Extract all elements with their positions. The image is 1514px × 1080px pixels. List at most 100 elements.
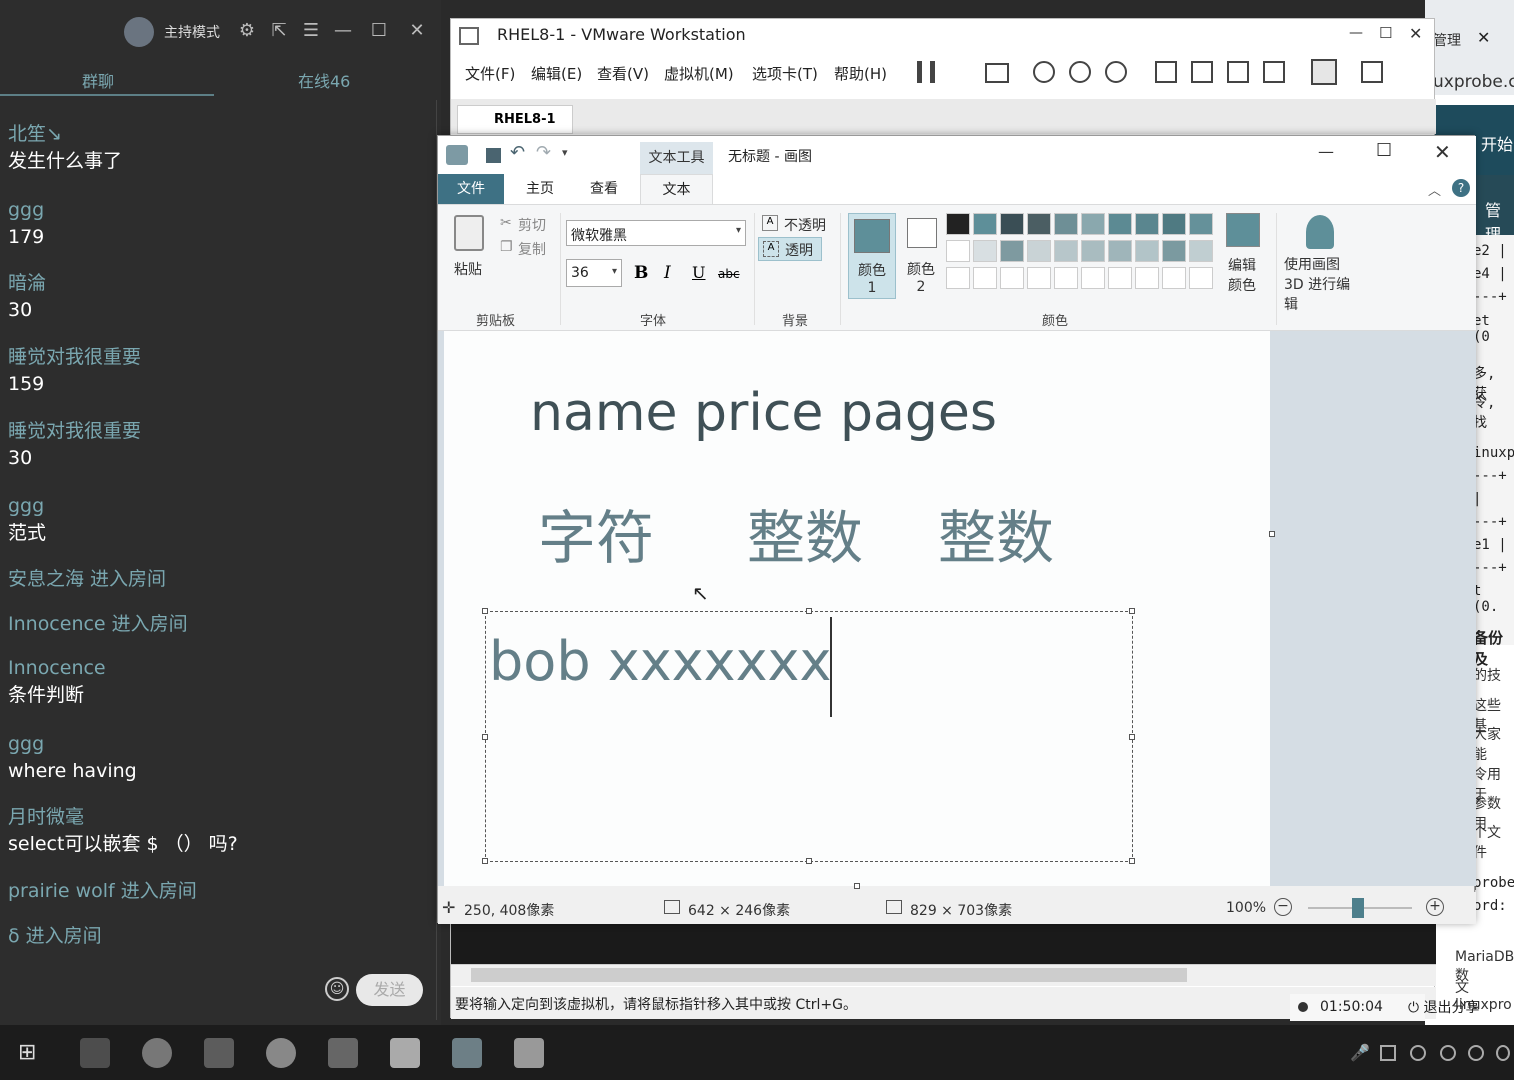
menu-vm[interactable]: 虚拟机(M) — [664, 63, 734, 84]
close-icon[interactable]: ✕ — [406, 20, 428, 42]
palette-swatch[interactable] — [946, 267, 970, 289]
snapshot-icon[interactable] — [1033, 61, 1055, 83]
palette-swatch[interactable] — [946, 240, 970, 262]
minimize-icon[interactable]: — — [1318, 142, 1334, 161]
chrome-icon[interactable] — [142, 1038, 172, 1068]
menu-file[interactable]: 文件(F) — [465, 63, 515, 84]
help-icon[interactable]: ? — [1452, 179, 1470, 197]
palette-swatch[interactable] — [973, 267, 997, 289]
canvas-resize-handle[interactable] — [854, 883, 860, 889]
send-button[interactable]: 发送 — [356, 974, 423, 1006]
vm-tab[interactable]: RHEL8-1 — [457, 105, 573, 134]
font-family-select[interactable]: 微软雅黑 ▾ — [566, 220, 746, 246]
canvas-resize-handle[interactable] — [1269, 531, 1275, 537]
minimize-icon[interactable]: — — [332, 20, 354, 42]
palette-swatch[interactable] — [1162, 267, 1186, 289]
maximize-icon[interactable]: ☐ — [1379, 24, 1392, 42]
scroll-thumb[interactable] — [471, 968, 1187, 982]
redo-icon[interactable]: ↷ — [536, 142, 551, 163]
revert-snapshot-icon[interactable] — [1069, 61, 1091, 83]
tray-icon[interactable] — [1380, 1045, 1396, 1061]
stretch-icon[interactable] — [1361, 61, 1383, 83]
resize-handle[interactable] — [806, 858, 812, 864]
resize-handle[interactable] — [1129, 734, 1135, 740]
underline-button[interactable]: U — [692, 263, 705, 282]
edit-colors-icon[interactable] — [1226, 213, 1260, 247]
close-icon[interactable]: ✕ — [1434, 140, 1451, 164]
palette-swatch[interactable] — [1081, 240, 1105, 262]
app-icon[interactable] — [266, 1038, 296, 1068]
tray-icon[interactable] — [1440, 1045, 1456, 1061]
palette-swatch[interactable] — [1027, 240, 1051, 262]
palette-swatch[interactable] — [1000, 213, 1024, 235]
opaque-option[interactable]: 不透明 — [784, 215, 826, 235]
palette-swatch[interactable] — [1108, 240, 1132, 262]
tab-text[interactable]: 文本 — [640, 174, 713, 204]
cut-icon[interactable]: ✂ — [500, 215, 512, 231]
palette-swatch[interactable] — [1162, 240, 1186, 262]
resize-handle[interactable] — [1129, 608, 1135, 614]
palette-swatch[interactable] — [1000, 267, 1024, 289]
palette-swatch[interactable] — [1054, 267, 1078, 289]
tray-icon[interactable] — [1468, 1045, 1484, 1061]
palette-swatch[interactable] — [1135, 240, 1159, 262]
color2-button[interactable]: 颜色 2 — [902, 213, 948, 299]
paste-button[interactable]: 粘贴 — [454, 259, 482, 279]
menu-help[interactable]: 帮助(H) — [834, 63, 887, 84]
palette-swatch[interactable] — [946, 213, 970, 235]
unity-icon[interactable] — [1263, 61, 1285, 83]
cut-button[interactable]: 剪切 — [518, 215, 546, 235]
canvas[interactable]: name price pages 字符 整数 整数 bob xxxxxxx ↖ — [444, 331, 1270, 886]
tab-home[interactable]: 主页 — [512, 174, 568, 204]
file-explorer-icon[interactable] — [80, 1038, 110, 1068]
settings-icon[interactable]: ⚙ — [236, 20, 258, 42]
quick-access-dropdown-icon[interactable]: ▾ — [562, 146, 568, 159]
popout-icon[interactable]: ⇱ — [268, 20, 290, 42]
palette-swatch[interactable] — [1135, 267, 1159, 289]
thumbnail-icon[interactable] — [1191, 61, 1213, 83]
fullscreen-icon[interactable] — [1227, 61, 1249, 83]
font-size-select[interactable]: 36 ▾ — [566, 259, 622, 287]
resize-handle[interactable] — [482, 734, 488, 740]
palette-swatch[interactable] — [1054, 213, 1078, 235]
collapse-ribbon-icon[interactable]: ︿ — [1428, 180, 1441, 199]
zoom-in-icon[interactable]: + — [1426, 898, 1444, 916]
palette-swatch[interactable] — [1189, 213, 1213, 235]
close-tab-icon[interactable]: ✕ — [1477, 28, 1490, 47]
paste-icon[interactable] — [454, 215, 484, 251]
menu-edit[interactable]: 编辑(E) — [531, 63, 582, 84]
start-icon[interactable]: ⊞ — [18, 1040, 36, 1065]
palette-swatch[interactable] — [1081, 213, 1105, 235]
console-icon[interactable] — [1311, 59, 1337, 85]
vm-console-area[interactable] — [451, 922, 1436, 966]
tab-view[interactable]: 查看 — [576, 174, 632, 204]
palette-swatch[interactable] — [1000, 240, 1024, 262]
text-box-content[interactable]: bob xxxxxxx — [489, 630, 831, 693]
save-icon[interactable] — [486, 148, 501, 163]
tray-icon[interactable] — [1410, 1045, 1426, 1061]
edit-colors-button[interactable]: 编辑颜色 — [1228, 255, 1258, 295]
library-icon[interactable] — [1155, 61, 1177, 83]
palette-swatch[interactable] — [1135, 213, 1159, 235]
tab-file[interactable]: 文件 — [438, 174, 504, 204]
palette-swatch[interactable] — [973, 213, 997, 235]
maximize-icon[interactable]: ☐ — [1376, 140, 1392, 161]
paint3d-icon[interactable] — [1306, 215, 1334, 249]
palette-swatch[interactable] — [973, 240, 997, 262]
tab-group-chat[interactable]: 群聊 — [82, 68, 114, 92]
menu-icon[interactable]: ☰ — [300, 20, 322, 42]
undo-icon[interactable]: ↶ — [510, 142, 525, 163]
app-icon[interactable] — [514, 1038, 544, 1068]
palette-swatch[interactable] — [1108, 213, 1132, 235]
app-icon[interactable] — [390, 1038, 420, 1068]
strikethrough-button[interactable]: abc — [718, 267, 740, 281]
resize-handle[interactable] — [1129, 858, 1135, 864]
zoom-slider-thumb[interactable] — [1352, 898, 1364, 918]
app-icon[interactable] — [328, 1038, 358, 1068]
paint-icon[interactable] — [452, 1038, 482, 1068]
horizontal-scrollbar[interactable] — [451, 964, 1436, 986]
snapshot-manager-icon[interactable] — [1105, 61, 1127, 83]
palette-swatch[interactable] — [1189, 240, 1213, 262]
resize-handle[interactable] — [482, 608, 488, 614]
copy-icon[interactable]: ❐ — [500, 239, 513, 255]
